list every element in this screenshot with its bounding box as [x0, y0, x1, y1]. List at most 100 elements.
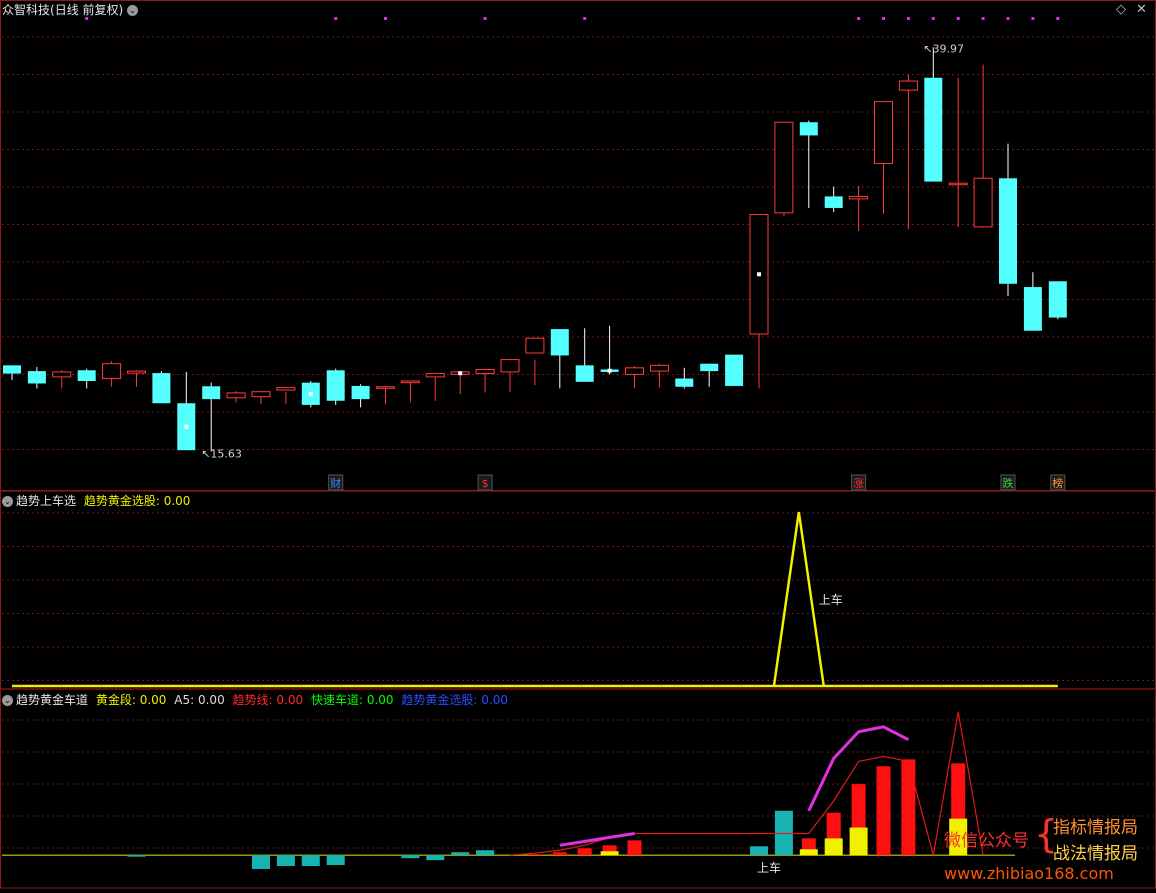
candle-body: [774, 121, 794, 214]
legend-value: 0.00: [276, 693, 304, 707]
yellow-bar: [824, 838, 843, 856]
panel3-title: 趋势黄金车道: [16, 693, 89, 707]
legend-label: 快速车道:: [310, 693, 363, 707]
yellow-bar: [600, 851, 619, 856]
signal-dot: [1056, 17, 1060, 20]
chart-stage: ↖39.97 ↖15.63 财 $ 涨跌榜上车 上车 众智科技(日线 前复权) ⌄ ◇ ✕…: [0, 0, 1156, 889]
watermark-url: www.zhibiao168.com: [944, 864, 1114, 883]
diamond-icon[interactable]: ◇: [1116, 2, 1126, 17]
panel3-menu-icon[interactable]: ⌄: [2, 695, 13, 706]
candle-body: [152, 373, 171, 404]
candle-body: [276, 387, 296, 391]
signal-dot: [384, 17, 387, 20]
period-mode: (日线 前复权): [50, 3, 124, 17]
legend-value: 0.00: [366, 693, 394, 707]
close-icon[interactable]: ✕: [1136, 2, 1147, 17]
candle-dot: [607, 368, 612, 373]
signal-dot: [334, 17, 338, 20]
stock-name: 众智科技: [2, 3, 51, 17]
candle-body: [824, 196, 843, 208]
series-line-spike: [772, 511, 825, 687]
candle-body: [326, 370, 345, 401]
candle-body: [550, 329, 569, 356]
cyan-bar: [426, 855, 445, 861]
signal-dot: [931, 17, 935, 20]
candle-body: [376, 386, 395, 389]
red-bar: [552, 852, 567, 856]
candle-body: [973, 177, 993, 228]
event-marker: 跌: [1003, 476, 1014, 490]
cyan-bar: [401, 855, 420, 859]
legend-value: 0.00: [139, 693, 167, 707]
cyan-bar: [476, 850, 495, 856]
candle-body: [625, 367, 644, 375]
legend-label: 趋势黄金选股:: [401, 693, 478, 707]
candle-body: [525, 337, 545, 354]
candle-body: [999, 178, 1017, 284]
candle-dot: [184, 424, 189, 429]
panel2-value: 0.00: [163, 494, 191, 508]
watermark-wechat: 微信公众号: [944, 831, 1029, 851]
signal-dot: [906, 17, 910, 20]
candle-body: [700, 363, 719, 372]
candle-body: [575, 365, 594, 382]
candle-body: [799, 122, 818, 136]
cyan-bar: [252, 855, 270, 870]
watermark-top-right: 指标情报局: [1053, 818, 1138, 838]
candle-body: [3, 365, 21, 374]
event-marker: 财: [330, 476, 341, 490]
panel2-header: ⌄ 趋势上车选 趋势黄金选股: 0.00: [2, 493, 190, 509]
candle-body: [27, 371, 46, 384]
panel3-header: ⌄ 趋势黄金车道 黄金段: 0.00 A5: 0.00 趋势线: 0.00 快速车…: [2, 692, 508, 708]
signal-dot: [483, 17, 487, 20]
legend-item-fast: 快速车道: 0.00: [311, 693, 394, 707]
candle-body: [475, 368, 495, 375]
panel-menu-icon[interactable]: ⌄: [127, 5, 139, 16]
cyan-bar: [750, 846, 768, 856]
legend-label: 黄金段:: [95, 693, 136, 707]
legend-label: 趋势线:: [232, 693, 273, 707]
signal-dot: [981, 17, 985, 20]
candle-body: [52, 371, 72, 378]
low-price-label: ↖15.63: [201, 447, 242, 460]
panel3-annotation: 上车: [757, 860, 781, 875]
signal-dot: [583, 17, 587, 20]
panel2-menu-icon[interactable]: ⌄: [2, 496, 13, 507]
cyan-bar: [301, 855, 320, 867]
candle-body: [102, 363, 122, 380]
candle-body: [675, 378, 694, 387]
signal-dot: [857, 17, 861, 20]
candle-body: [127, 370, 146, 374]
event-marker: 涨: [853, 477, 864, 490]
candle-body: [924, 77, 943, 182]
candle-body: [400, 380, 420, 384]
candle-body: [1048, 281, 1067, 318]
candle-body: [1023, 287, 1042, 331]
candle-body: [351, 385, 370, 400]
watermark-bottom-right: 战法情报局: [1053, 844, 1138, 864]
cyan-bar: [451, 852, 470, 856]
high-price-label: ↖39.97: [923, 42, 964, 55]
red-bar: [901, 759, 916, 856]
signal-dot: [1031, 17, 1035, 20]
candle-dot: [308, 391, 313, 396]
cyan-bar: [127, 855, 146, 857]
candle-dot: [458, 371, 463, 376]
candle-body: [251, 391, 271, 398]
legend-item-gold: 黄金段: 0.00: [96, 693, 167, 707]
red-bar: [627, 840, 642, 856]
red-bar: [527, 854, 542, 856]
event-marker: 榜: [1052, 476, 1063, 490]
signal-dot: [1006, 17, 1010, 20]
candle-dot: [757, 272, 761, 277]
candle-body: [500, 359, 520, 373]
candle-body: [425, 373, 445, 378]
candle-body: [77, 370, 96, 381]
legend-value: 0.00: [197, 693, 225, 707]
red-bar: [577, 848, 592, 856]
cyan-bar: [276, 855, 295, 867]
candle-body: [898, 80, 918, 91]
yellow-bar: [799, 849, 818, 856]
candle-body: [849, 195, 869, 200]
legend-item-a5: A5: 0.00: [174, 693, 224, 707]
